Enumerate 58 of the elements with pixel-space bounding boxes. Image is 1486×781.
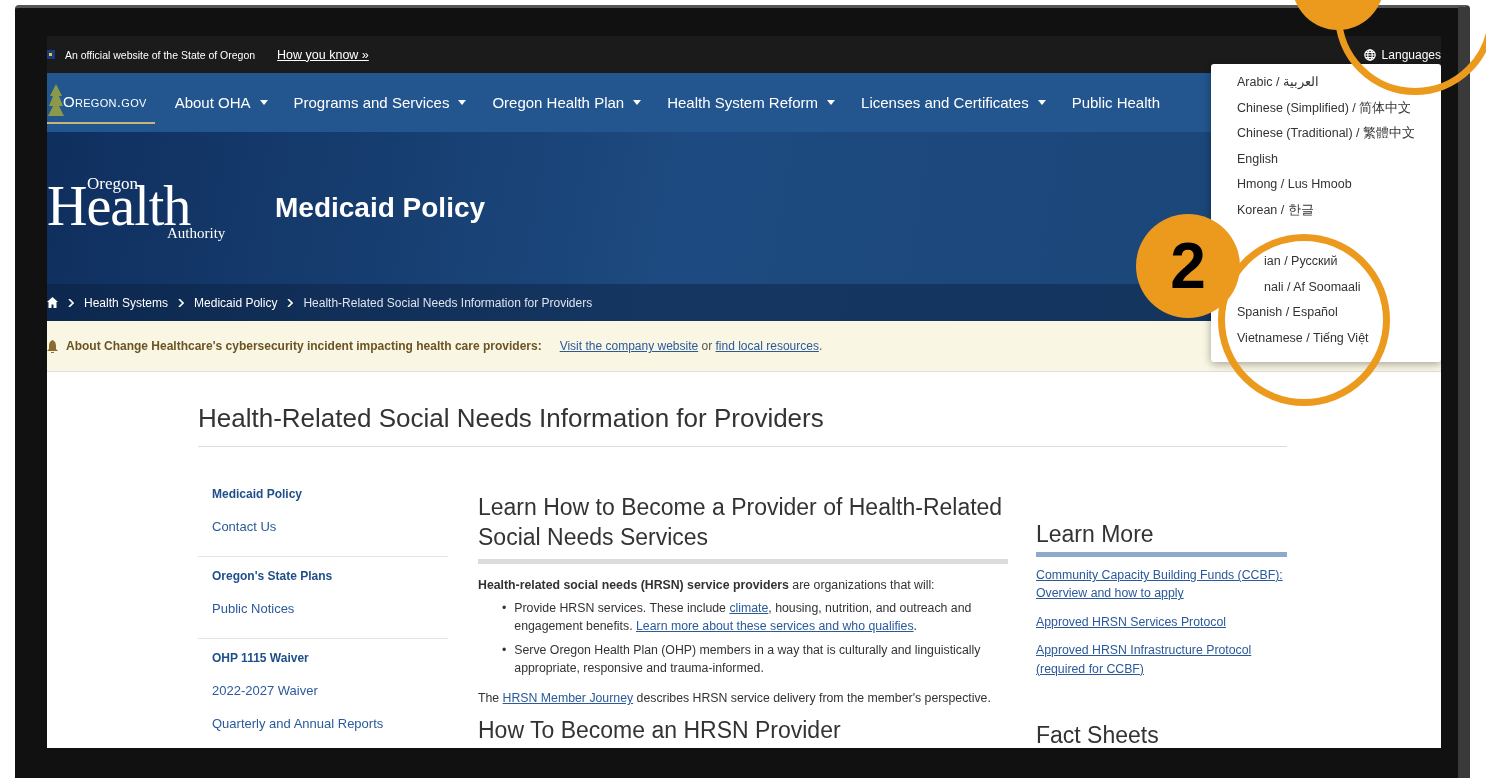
nav-menu-item[interactable]: Health System Reform [667, 94, 836, 111]
nav-menu-item[interactable]: Licenses and Certificates [861, 94, 1046, 111]
intro-paragraph: Health-related social needs (HRSN) service providers are organizations that will: [478, 576, 936, 594]
nav-menu-item[interactable]: Oregon Health Plan [492, 94, 642, 111]
section-title: Medicaid Policy [275, 192, 486, 224]
flag-icon [47, 50, 55, 59]
link[interactable]: Learn more about these services and who qualifies [636, 619, 914, 634]
sidebar-heading-link[interactable]: Medicaid Policy [212, 487, 303, 501]
language-option[interactable]: Chinese (Traditional) / 繁體中文 [1237, 121, 1415, 147]
resource-link[interactable]: Approved HRSN Services Protocol [1036, 612, 1287, 632]
sidebar-section-heading: Learn More [1036, 521, 1287, 557]
chevron-icon [178, 298, 185, 307]
bullet-item: Provide HRSN services. These include climate, housing, nutrition, and outreach and engagement benefits. Learn more about these services and who qualifies. [514, 600, 973, 636]
oregon-gov-logo[interactable]: Oregon.gov [47, 81, 155, 124]
resource-link[interactable]: Community Capacity Building Funds (CCBF): Overview and how to apply [1036, 566, 1287, 603]
link[interactable]: find local resources [715, 339, 819, 353]
section-heading: How To Become an HRSN Provider [478, 717, 842, 743]
sidebar-link[interactable]: 2022-2027 Waiver [212, 683, 318, 698]
nav-menu-item[interactable]: Public Health [1071, 94, 1161, 111]
official-site-text: An official website of the State of Oregon [65, 48, 256, 61]
alert-title: About Change Healthcare's cybersecurity incident impacting health care providers: [66, 339, 542, 353]
alert-message: Visit the company website or find local resources. [559, 339, 823, 353]
chevron-icon [287, 298, 294, 307]
sidebar-section-heading: Fact Sheets [1036, 722, 1287, 748]
language-option[interactable]: ian / Русский [1264, 249, 1338, 275]
bullet-item: Serve Oregon Health Plan (OHP) members in a way that is culturally and linguistically appropriate, responsive and trauma-informed. [514, 642, 982, 678]
bell-icon [47, 339, 58, 353]
language-option[interactable]: Chinese (Simplified) / 简体中文 [1237, 95, 1412, 122]
language-option[interactable]: English [1237, 146, 1278, 173]
language-option[interactable]: Arabic / العربية [1237, 70, 1319, 96]
home-icon [47, 297, 58, 308]
resource-link[interactable]: Approved HRSN Infrastructure Protocol (required for CCBF) [1036, 641, 1287, 679]
link[interactable]: Visit the company website [559, 339, 699, 353]
bullet-symbol: • [502, 642, 507, 660]
page-title: Health-Related Social Needs Information for Providers [198, 403, 1287, 447]
sidebar-heading-link[interactable]: Oregon's State Plans [212, 569, 333, 583]
language-option[interactable]: Vietnamese / Tiếng Việt [1237, 325, 1369, 352]
languages-button[interactable]: Languages [1363, 47, 1441, 62]
nav-menu-item[interactable]: About OHA [174, 94, 268, 111]
breadcrumb-link[interactable]: Health Systems [84, 295, 169, 310]
sidebar-link[interactable]: Public Notices [212, 601, 295, 616]
section-heading: Learn How to Become a Provider of Health-Related Social Needs Services [478, 493, 1008, 564]
sidebar-heading-link[interactable]: OHP 1115 Waiver [212, 651, 309, 665]
breadcrumb-link[interactable]: Health-Related Social Needs Information for Providers [303, 295, 593, 310]
language-option[interactable]: nali / Af Soomaali [1264, 274, 1361, 301]
language-option[interactable]: Hmong / Lus Hmoob [1237, 172, 1352, 198]
bullet-symbol: • [502, 600, 507, 618]
nav-menu-item[interactable]: Programs and Services [293, 94, 467, 111]
language-option[interactable]: Korean / 한글 [1237, 197, 1314, 224]
sidebar-link[interactable]: Contact Us [212, 519, 277, 534]
paragraph: The HRSN Member Journey describes HRSN service delivery from the member's perspective. [478, 690, 992, 708]
breadcrumb-link[interactable]: Medicaid Policy [194, 295, 278, 310]
language-option[interactable]: Spanish / Español [1237, 300, 1338, 326]
chevron-icon [68, 298, 74, 307]
how-you-know-link[interactable]: How you know » [277, 47, 369, 62]
link[interactable]: HRSN Member Journey [502, 691, 634, 706]
globe-icon [1363, 48, 1376, 61]
sidebar-link[interactable]: Quarterly and Annual Reports [212, 716, 384, 731]
